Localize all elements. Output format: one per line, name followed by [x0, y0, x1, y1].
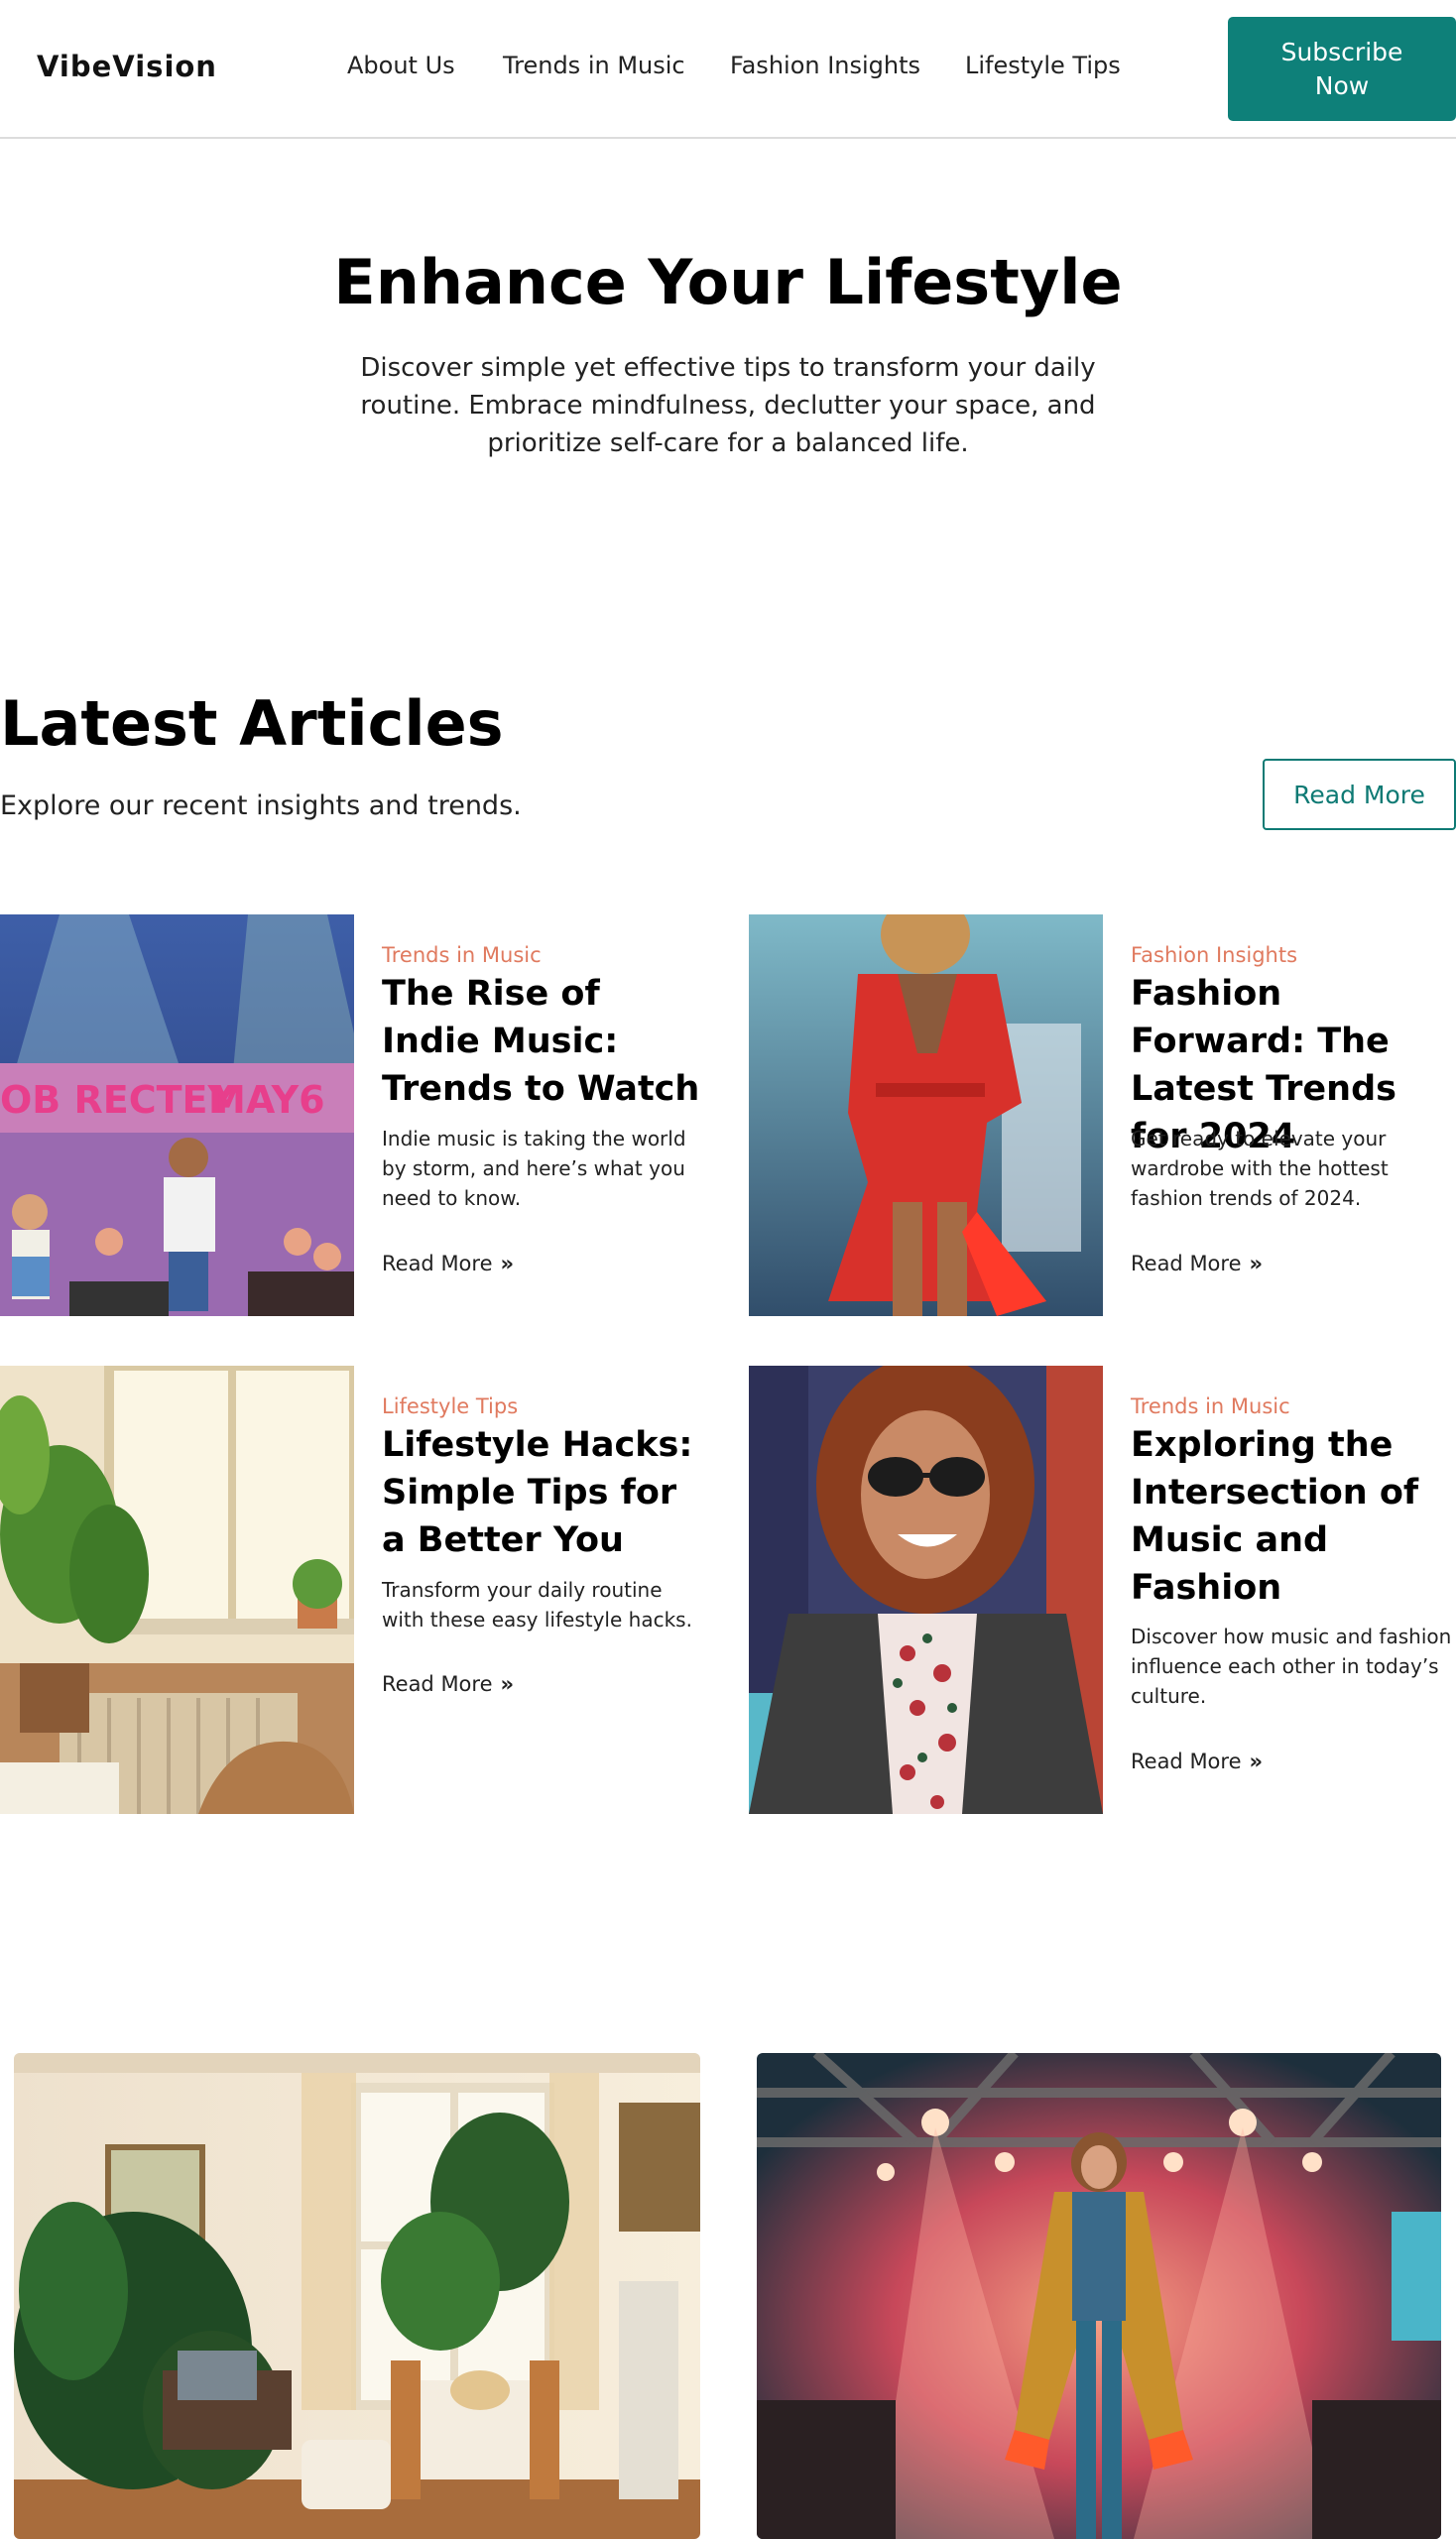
nav-item-about-us[interactable]: About Us [347, 52, 455, 79]
svg-text:MAY6: MAY6 [208, 1078, 325, 1122]
read-more-label: Read More [382, 1252, 493, 1275]
gallery-image-runway[interactable] [757, 2053, 1441, 2539]
article-read-more-link[interactable]: Read More » [1131, 1252, 1263, 1275]
article-category[interactable]: Trends in Music [1131, 1394, 1290, 1418]
article-description: Indie music is taking the world by storm… [382, 1127, 686, 1210]
article-category[interactable]: Trends in Music [382, 943, 542, 967]
article-title[interactable]: Exploring the Intersection of Music and … [1131, 1421, 1456, 1612]
article-read-more-link[interactable]: Read More » [1131, 1750, 1263, 1773]
hero-title: Enhance Your Lifestyle [333, 246, 1123, 318]
article-title[interactable]: The Rise of Indie Music: Trends to Watch [382, 970, 709, 1113]
nav-item-fashion-insights[interactable]: Fashion Insights [730, 52, 920, 79]
double-chevron-right-icon: » [1249, 1750, 1264, 1773]
article-read-more-link[interactable]: Read More » [382, 1252, 514, 1275]
site-header: VibeVision About Us Trends in Music Fash… [0, 0, 1456, 139]
article-category[interactable]: Lifestyle Tips [382, 1394, 518, 1418]
double-chevron-right-icon: » [1249, 1252, 1264, 1275]
article-image-woman-sunglasses[interactable] [749, 1366, 1103, 1814]
nav-item-lifestyle-tips[interactable]: Lifestyle Tips [965, 52, 1121, 79]
article-read-more-link[interactable]: Read More » [382, 1672, 514, 1696]
double-chevron-right-icon: » [500, 1672, 515, 1696]
hero-subtitle: Discover simple yet effective tips to tr… [360, 353, 1096, 458]
subscribe-button[interactable]: Subscribe Now [1228, 17, 1456, 121]
read-more-button[interactable]: Read More [1263, 759, 1456, 830]
article-description: Transform your daily routine with these … [382, 1578, 692, 1632]
site-logo[interactable]: VibeVision [37, 50, 217, 83]
article-image-red-dress[interactable] [749, 914, 1103, 1316]
article-image-sunny-room[interactable] [0, 1366, 354, 1814]
svg-text:OB RECTEY: OB RECTEY [0, 1078, 235, 1122]
article-description: Discover how music and fashion influence… [1131, 1625, 1452, 1708]
article-category[interactable]: Fashion Insights [1131, 943, 1297, 967]
nav-item-trends-in-music[interactable]: Trends in Music [503, 52, 685, 79]
gallery-image-living-room[interactable] [14, 2053, 700, 2539]
double-chevron-right-icon: » [500, 1252, 515, 1275]
read-more-label: Read More [1131, 1252, 1242, 1275]
read-more-label: Read More [382, 1672, 493, 1696]
article-image-indie-concert[interactable]: OB RECTEY MAY6 [0, 914, 354, 1316]
latest-articles-subtitle: Explore our recent insights and trends. [0, 790, 522, 821]
read-more-label: Read More [1131, 1750, 1242, 1773]
latest-articles-title: Latest Articles [0, 687, 504, 760]
article-title[interactable]: Lifestyle Hacks: Simple Tips for a Bette… [382, 1421, 709, 1564]
article-description: Get ready to elevate your wardrobe with … [1131, 1127, 1389, 1210]
